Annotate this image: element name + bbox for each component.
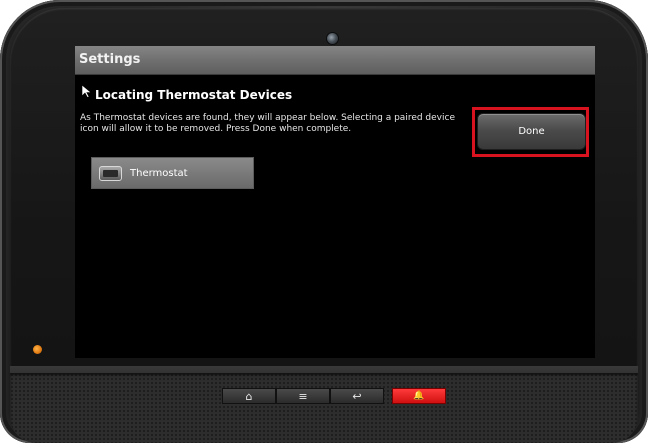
device-item-thermostat[interactable]: Thermostat <box>91 157 254 189</box>
title-bar: Settings <box>75 46 595 75</box>
thermostat-icon <box>99 165 122 181</box>
alert-button[interactable]: 🔔 <box>392 388 446 404</box>
tablet-device: Settings Locating Thermostat Devices As … <box>0 0 648 443</box>
home-button[interactable]: ⌂ <box>222 388 276 404</box>
touch-screen: Settings Locating Thermostat Devices As … <box>75 46 595 358</box>
menu-button[interactable]: ≡ <box>276 388 330 404</box>
home-icon: ⌂ <box>245 389 253 403</box>
done-button[interactable]: Done <box>477 113 586 150</box>
menu-icon: ≡ <box>298 389 308 403</box>
back-button[interactable]: ↩ <box>330 388 384 404</box>
done-button-label: Done <box>518 126 545 137</box>
instructions-text: As Thermostat devices are found, they wi… <box>80 113 470 135</box>
device-item-label: Thermostat <box>130 167 188 179</box>
camera-icon <box>327 33 338 44</box>
indicator-led <box>33 345 42 354</box>
back-icon: ↩ <box>352 389 362 403</box>
instructions-line: icon will allow it to be removed. Press … <box>80 124 352 134</box>
pointer-cursor-icon <box>81 84 92 98</box>
section-title: Locating Thermostat Devices <box>95 88 293 102</box>
bell-icon: 🔔 <box>413 391 425 401</box>
instructions-line: As Thermostat devices are found, they wi… <box>80 113 455 123</box>
speaker-grille <box>10 373 638 443</box>
page-title: Settings <box>79 52 141 67</box>
